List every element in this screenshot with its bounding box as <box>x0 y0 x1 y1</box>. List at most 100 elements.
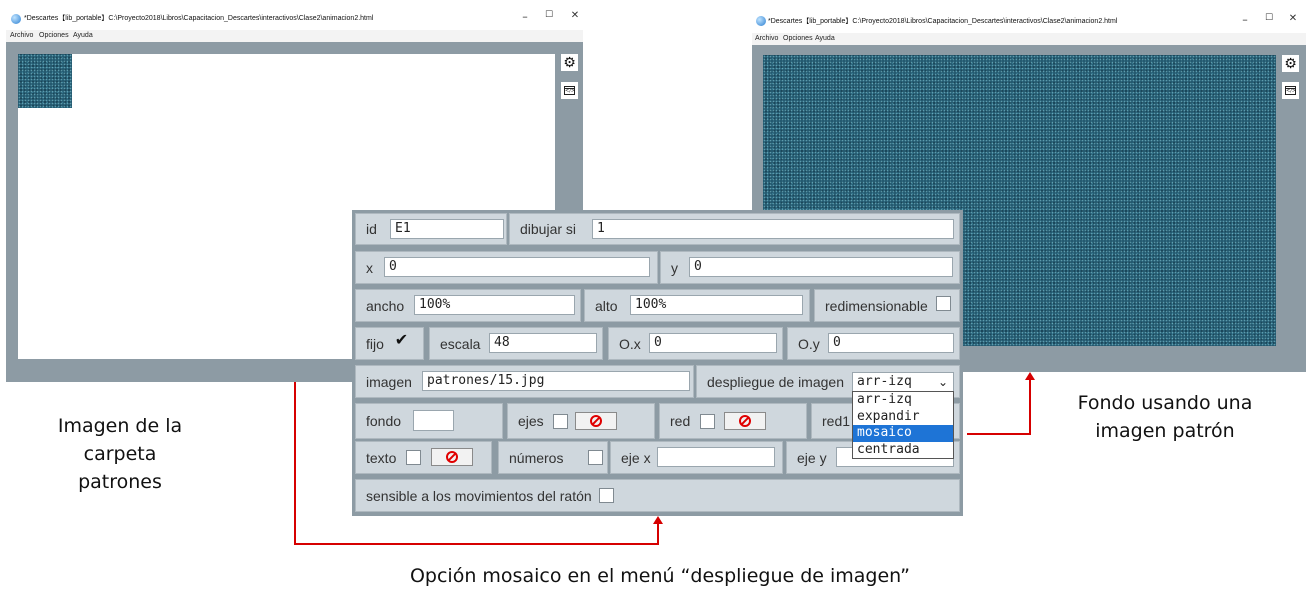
red-color-button[interactable] <box>724 412 766 430</box>
escala-label: escala <box>440 335 481 352</box>
sensible-cell: sensible a los movimientos del ratón <box>355 479 960 512</box>
dibujar-si-cell: dibujar si 1 <box>509 213 960 245</box>
graphic-config-panel: id E1 dibujar si 1 x 0 y 0 ancho 100% al… <box>352 210 963 516</box>
despliegue-label: despliegue de imagen <box>707 373 844 390</box>
ancho-label: ancho <box>366 297 405 314</box>
ejes-cell: ejes <box>507 403 655 439</box>
dibujar-si-input[interactable]: 1 <box>592 219 954 239</box>
ejes-label: ejes <box>518 413 544 429</box>
arrow-line-right-vertical <box>1029 378 1031 435</box>
sensible-checkbox[interactable] <box>599 488 614 503</box>
oy-cell: O.y 0 <box>787 327 960 360</box>
code-window-icon[interactable]: </> <box>561 82 578 99</box>
menu-archivo[interactable]: Archivo <box>755 35 778 42</box>
despliegue-selected-value: arr-izq <box>857 374 912 389</box>
menu-ayuda[interactable]: Ayuda <box>73 32 93 39</box>
app-globe-icon <box>11 14 21 24</box>
id-cell: id E1 <box>355 213 507 245</box>
oy-input[interactable]: 0 <box>828 333 954 353</box>
ejex-cell: eje x <box>610 441 783 474</box>
dropdown-option-centrada[interactable]: centrada <box>853 442 953 459</box>
texto-checkbox[interactable] <box>406 450 421 465</box>
imagen-cell: imagen patrones/15.jpg <box>355 365 694 398</box>
fondo-cell: fondo <box>355 403 503 439</box>
ox-input[interactable]: 0 <box>649 333 777 353</box>
imagen-label: imagen <box>366 373 412 390</box>
id-label: id <box>366 221 377 237</box>
ox-cell: O.x 0 <box>608 327 783 360</box>
menu-archivo[interactable]: Archivo <box>10 32 33 39</box>
alto-input[interactable]: 100% <box>630 295 803 315</box>
arrow-head-right-icon <box>1025 372 1035 380</box>
red-label: red <box>670 413 691 429</box>
arrow-line-right-horizontal <box>967 433 1031 435</box>
redimensionable-checkbox[interactable] <box>936 296 951 311</box>
numeros-checkbox[interactable] <box>588 450 603 465</box>
dropdown-option-mosaico[interactable]: mosaico <box>853 425 953 442</box>
dropdown-option-arr-izq[interactable]: arr-izq <box>853 392 953 409</box>
menu-ayuda[interactable]: Ayuda <box>815 35 835 42</box>
ejey-label: eje y <box>797 449 827 466</box>
close-button[interactable]: ✕ <box>1286 13 1300 24</box>
annotation-left: Imagen de la carpeta patrones <box>20 412 220 496</box>
fondo-color-box[interactable] <box>413 410 454 431</box>
despliegue-dropdown-list: arr-izq expandir mosaico centrada <box>852 391 954 459</box>
left-window-title: *Descartes【lib_portable】C:\Proyecto2018\… <box>24 15 374 22</box>
ejex-label: eje x <box>621 449 651 466</box>
annotation-bottom: Opción mosaico en el menú “despliegue de… <box>409 565 911 587</box>
x-cell: x 0 <box>355 251 658 284</box>
prohibited-icon <box>739 415 751 427</box>
annotation-right: Fondo usando una imagen patrón <box>1050 389 1280 445</box>
x-label: x <box>366 259 373 276</box>
config-gear-icon[interactable]: ⚙ <box>561 54 578 71</box>
ejex-input[interactable] <box>657 447 775 467</box>
imagen-input[interactable]: patrones/15.jpg <box>422 371 690 391</box>
minimize-button[interactable]: – <box>518 10 532 23</box>
annotation-left-line2: carpeta <box>83 443 157 465</box>
escala-input[interactable]: 48 <box>489 333 597 353</box>
texto-label: texto <box>366 449 397 466</box>
dropdown-option-expandir[interactable]: expandir <box>853 409 953 426</box>
pattern-image-tile <box>18 54 72 108</box>
y-input[interactable]: 0 <box>689 257 953 277</box>
annotation-left-line1: Imagen de la <box>57 415 183 437</box>
ejes-color-button[interactable] <box>575 412 617 430</box>
maximize-button[interactable]: ☐ <box>1262 13 1276 23</box>
x-input[interactable]: 0 <box>384 257 650 277</box>
right-menu-bar: Archivo Opciones Ayuda <box>752 33 1306 45</box>
annotation-left-line3: patrones <box>78 471 162 493</box>
config-gear-icon[interactable]: ⚙ <box>1282 55 1299 72</box>
prohibited-icon <box>446 451 458 463</box>
red-cell: red <box>659 403 807 439</box>
arrow-line-left-horizontal <box>294 543 658 545</box>
redimensionable-cell: redimensionable <box>814 289 960 322</box>
menu-opciones[interactable]: Opciones <box>783 35 813 42</box>
arrow-head-bottom-icon <box>653 516 663 524</box>
red-checkbox[interactable] <box>700 414 715 429</box>
code-window-icon[interactable]: </> <box>1282 82 1299 99</box>
ancho-input[interactable]: 100% <box>414 295 575 315</box>
alto-label: alto <box>595 297 618 314</box>
numeros-cell: números <box>498 441 608 474</box>
menu-opciones[interactable]: Opciones <box>39 32 69 39</box>
ox-label: O.x <box>619 335 641 352</box>
dibujar-si-label: dibujar si <box>520 221 577 237</box>
close-button[interactable]: ✕ <box>568 10 582 21</box>
ejes-checkbox[interactable] <box>553 414 568 429</box>
prohibited-icon <box>590 415 602 427</box>
y-cell: y 0 <box>660 251 960 284</box>
id-input[interactable]: E1 <box>390 219 504 239</box>
minimize-button[interactable]: – <box>1238 13 1252 26</box>
sensible-label: sensible a los movimientos del ratón <box>366 487 592 504</box>
arrow-line-left-vertical <box>294 382 296 545</box>
redimensionable-label: redimensionable <box>825 297 928 314</box>
right-window-title: *Descartes【lib_portable】C:\Proyecto2018\… <box>768 18 1118 25</box>
fijo-label: fijo <box>366 335 384 352</box>
despliegue-select[interactable]: arr-izq ⌄ <box>852 372 954 392</box>
fijo-checkbox[interactable]: ✔ <box>394 332 409 349</box>
fondo-label: fondo <box>366 413 402 429</box>
maximize-button[interactable]: ☐ <box>542 10 556 20</box>
y-label: y <box>671 259 678 276</box>
texto-color-button[interactable] <box>431 448 473 466</box>
annotation-right-line2: imagen patrón <box>1095 420 1235 442</box>
